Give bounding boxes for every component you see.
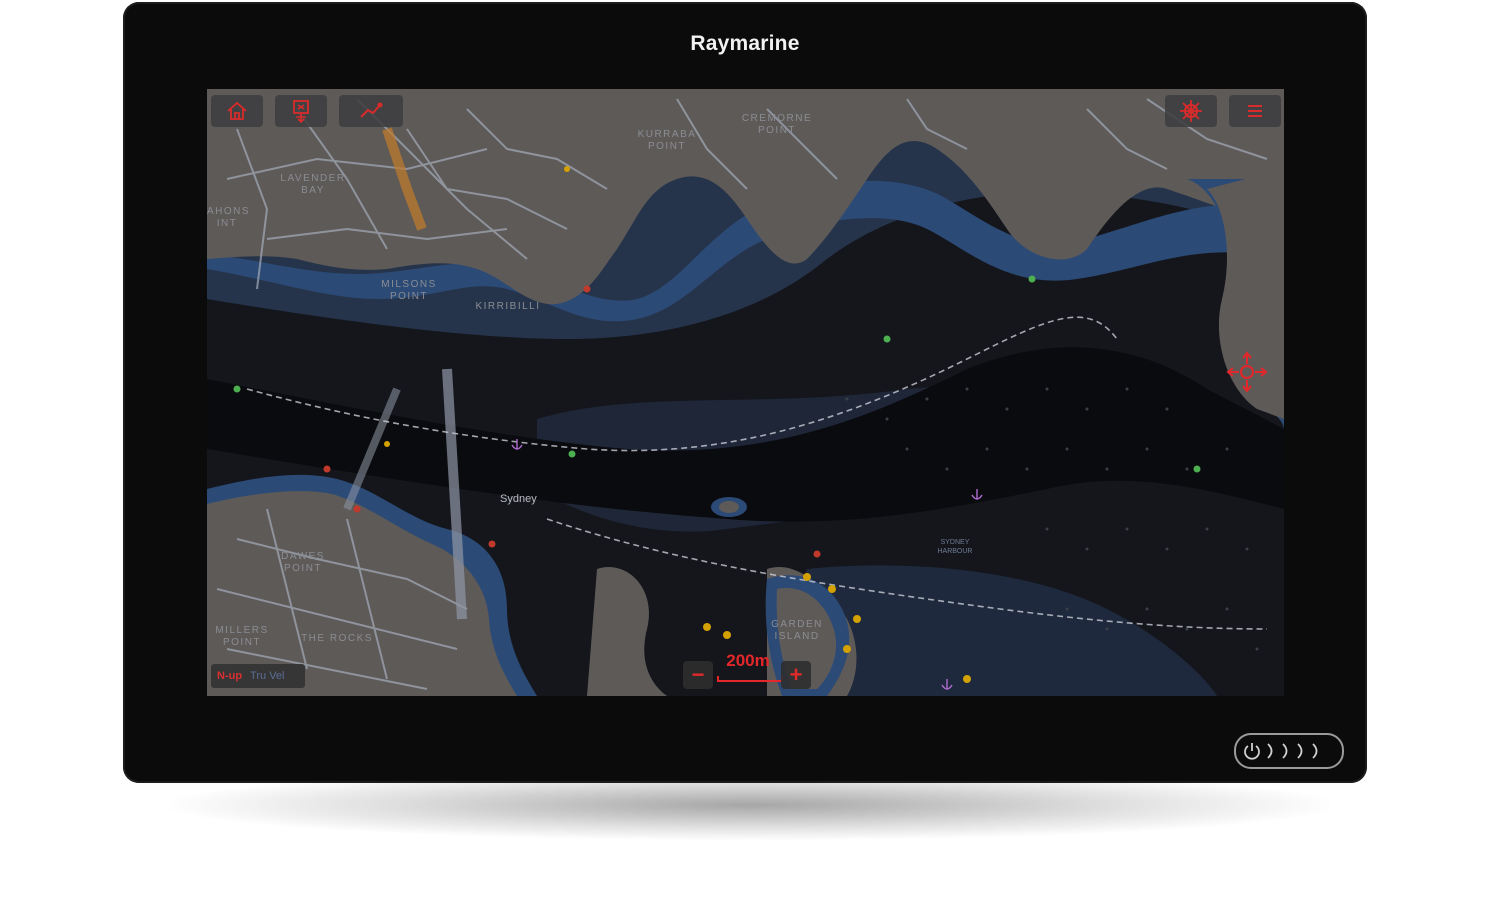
motion-mode: Tru Vel: [250, 670, 285, 682]
pilot-button[interactable]: [1165, 95, 1217, 127]
label-the-rocks: THE ROCKS: [301, 633, 373, 644]
power-icon: [1244, 743, 1260, 760]
touch-arc-icon: [1297, 743, 1303, 759]
brand-logo: Raymarine: [690, 32, 800, 55]
scale-value: 200m: [726, 651, 770, 670]
label-sydney-harbour: SYDNEY HARBOUR: [937, 539, 973, 555]
hamburger-menu-icon: [1248, 105, 1262, 117]
home-icon: [227, 101, 247, 120]
label-garden-island: GARDEN ISLAND: [771, 619, 823, 642]
orientation-mode: N-up: [217, 670, 243, 682]
label-milsons-point: MILSONS POINT: [381, 279, 437, 302]
zoom-in-button[interactable]: +: [781, 661, 811, 689]
mob-waypoint-icon: [293, 100, 309, 123]
label-kurraba-point: KURRABA POINT: [637, 129, 697, 152]
touch-arc-icon: [1267, 743, 1273, 759]
menu-button[interactable]: [1229, 95, 1281, 127]
label-lavender-bay: LAVENDER BAY: [280, 173, 346, 196]
power-button-strip[interactable]: [1234, 733, 1344, 769]
label-kirribilli: KIRRIBILLI: [475, 301, 541, 312]
route-icon: [360, 102, 383, 118]
chart-screen[interactable]: LAVENDER BAY AHONS INT KURRABA POINT CRE…: [207, 89, 1284, 696]
zoom-out-button[interactable]: −: [683, 661, 713, 689]
label-cremorne-point: CREMORNE POINT: [741, 113, 813, 136]
chartplotter-device: Raymarine LAVENDER BAY AHONS INT KURRABA…: [123, 2, 1367, 783]
label-mahons-point: AHONS INT: [207, 206, 251, 229]
helm-wheel-icon: [1180, 100, 1202, 122]
route-button[interactable]: [339, 95, 403, 127]
touch-arc-icon: [1312, 743, 1318, 759]
label-dawes-point: DAWES POINT: [281, 551, 325, 574]
waypoint-button[interactable]: [275, 95, 327, 127]
nautical-chart[interactable]: [207, 89, 1284, 696]
home-button[interactable]: [211, 95, 263, 127]
label-millers-point: MILLERS POINT: [215, 625, 269, 648]
label-sydney: Sydney: [500, 493, 537, 505]
orientation-indicator[interactable]: N-up Tru Vel: [211, 664, 305, 688]
scale-bar: [717, 676, 783, 682]
touch-arc-icon: [1282, 743, 1288, 759]
